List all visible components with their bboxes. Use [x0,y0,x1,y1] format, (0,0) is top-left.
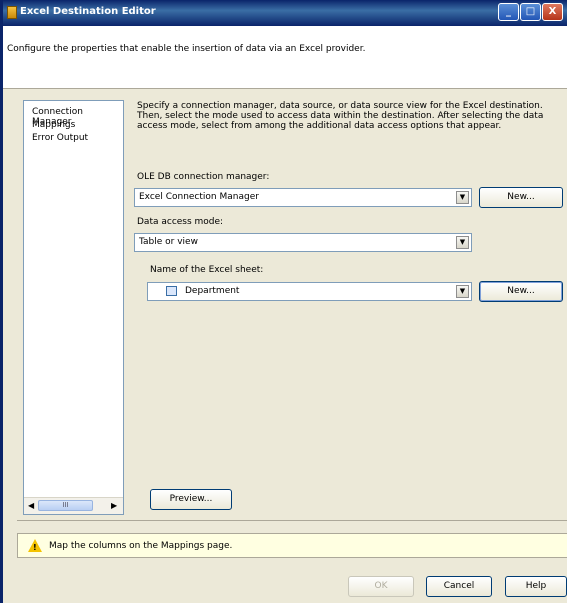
help-button[interactable]: Help [505,576,567,597]
excel-sheet-value: Department [185,286,240,296]
sheet-icon [166,286,177,296]
header-description: Configure the properties that enable the… [7,44,366,54]
info-message: Map the columns on the Mappings page. [49,541,233,551]
ok-button[interactable]: OK [348,576,414,597]
excel-sheet-label: Name of the Excel sheet: [150,265,264,275]
header-panel: Configure the properties that enable the… [3,26,567,89]
connection-manager-label: OLE DB connection manager: [137,172,270,182]
maximize-button[interactable]: □ [520,3,541,21]
warning-mark: ! [33,543,37,552]
window-title: Excel Destination Editor [20,6,156,17]
app-icon [7,6,17,19]
excel-sheet-select[interactable]: Department ▼ [147,282,472,301]
data-access-mode-select[interactable]: Table or view ▼ [134,233,472,252]
scroll-thumb[interactable]: III [38,500,93,511]
connection-manager-value: Excel Connection Manager [139,192,259,202]
scroll-left-icon[interactable]: ◀ [28,501,34,510]
dropdown-arrow-icon[interactable]: ▼ [456,285,469,298]
nav-item-error-output[interactable]: Error Output [32,133,88,143]
new-sheet-button[interactable]: New... [479,281,563,302]
new-connection-button[interactable]: New... [479,187,563,208]
info-bar: ! Map the columns on the Mappings page. [17,533,567,558]
dropdown-arrow-icon[interactable]: ▼ [456,236,469,249]
nav-item-mappings[interactable]: Mappings [32,120,75,130]
preview-button[interactable]: Preview... [150,489,232,510]
dropdown-arrow-icon[interactable]: ▼ [456,191,469,204]
horizontal-scrollbar[interactable]: ◀ III ▶ [24,497,123,514]
scroll-right-icon[interactable]: ▶ [111,501,117,510]
navigation-panel: Connection Manager Mappings Error Output… [23,100,124,515]
excel-destination-editor-window: Excel Destination Editor _ □ X Configure… [0,0,567,603]
cancel-button[interactable]: Cancel [426,576,492,597]
connection-manager-select[interactable]: Excel Connection Manager ▼ [134,188,472,207]
separator [17,520,567,521]
title-bar[interactable]: Excel Destination Editor _ □ X [3,0,567,26]
content-description: Specify a connection manager, data sourc… [137,101,544,131]
data-access-mode-value: Table or view [139,237,198,247]
close-button[interactable]: X [542,3,563,21]
data-access-mode-label: Data access mode: [137,217,224,227]
minimize-button[interactable]: _ [498,3,519,21]
